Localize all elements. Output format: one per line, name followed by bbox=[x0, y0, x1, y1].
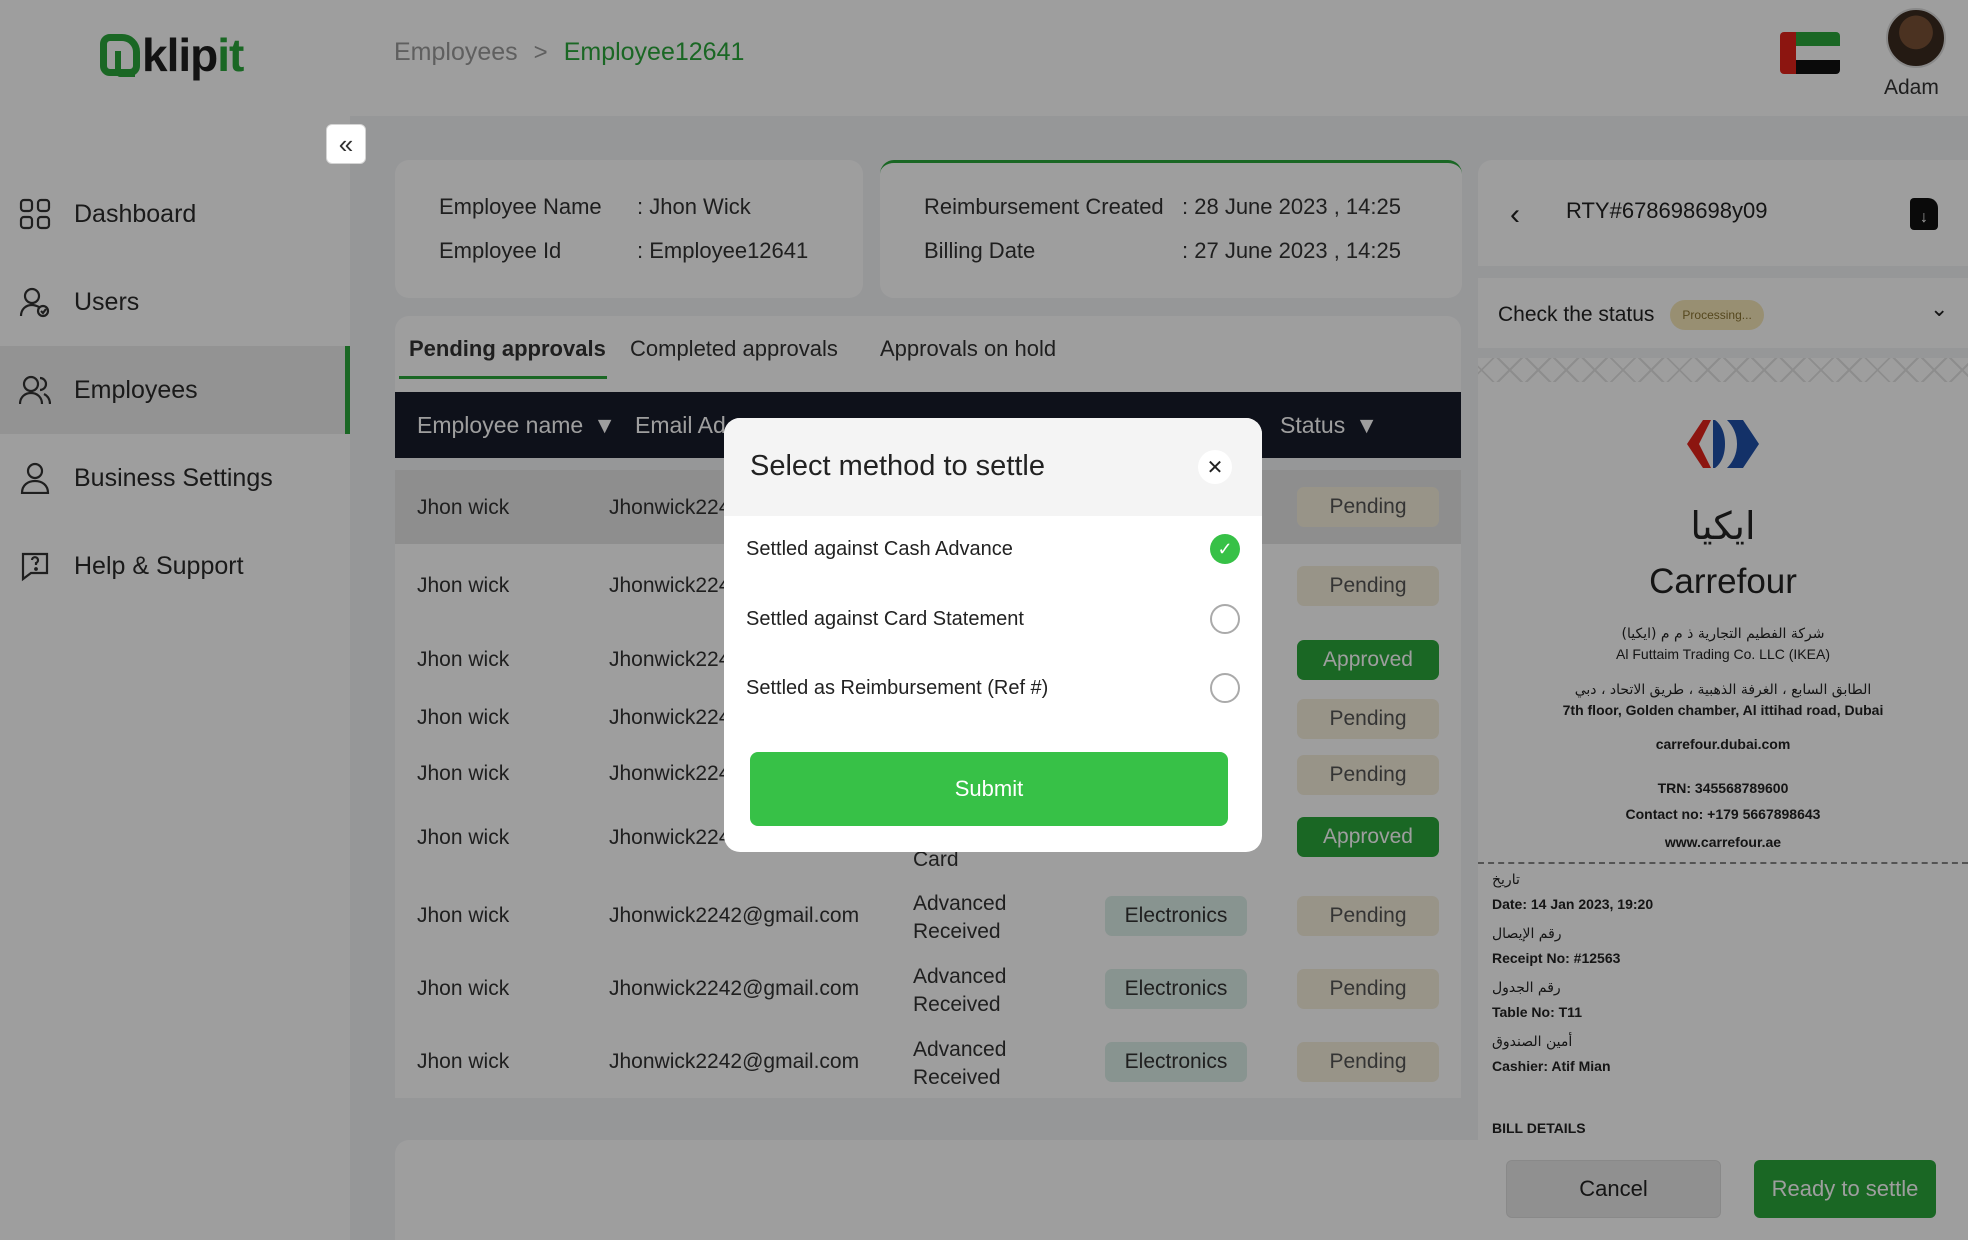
collapse-sidebar-button[interactable]: « bbox=[326, 124, 366, 164]
option-label: Settled against Cash Advance bbox=[746, 538, 1013, 560]
radio-selected-checkmark-icon[interactable]: ✓ bbox=[1210, 534, 1240, 564]
option-label: Settled as Reimbursement (Ref #) bbox=[746, 677, 1049, 699]
close-button[interactable]: ✕ bbox=[1198, 450, 1232, 484]
double-chevron-left-icon: « bbox=[338, 128, 354, 159]
modal-header: Select method to settle ✕ bbox=[724, 418, 1262, 516]
radio-button[interactable] bbox=[1210, 673, 1240, 703]
option-cash-advance[interactable]: Settled against Cash Advance ✓ bbox=[746, 530, 1240, 570]
option-label: Settled against Card Statement bbox=[746, 608, 1024, 630]
settle-method-modal: Select method to settle ✕ Settled agains… bbox=[724, 418, 1262, 852]
modal-title: Select method to settle bbox=[750, 450, 1045, 482]
radio-button[interactable] bbox=[1210, 604, 1240, 634]
submit-button[interactable]: Submit bbox=[750, 752, 1228, 826]
option-card-statement[interactable]: Settled against Card Statement bbox=[746, 600, 1240, 640]
option-reimbursement[interactable]: Settled as Reimbursement (Ref #) bbox=[746, 669, 1240, 709]
close-icon: ✕ bbox=[1206, 456, 1224, 479]
